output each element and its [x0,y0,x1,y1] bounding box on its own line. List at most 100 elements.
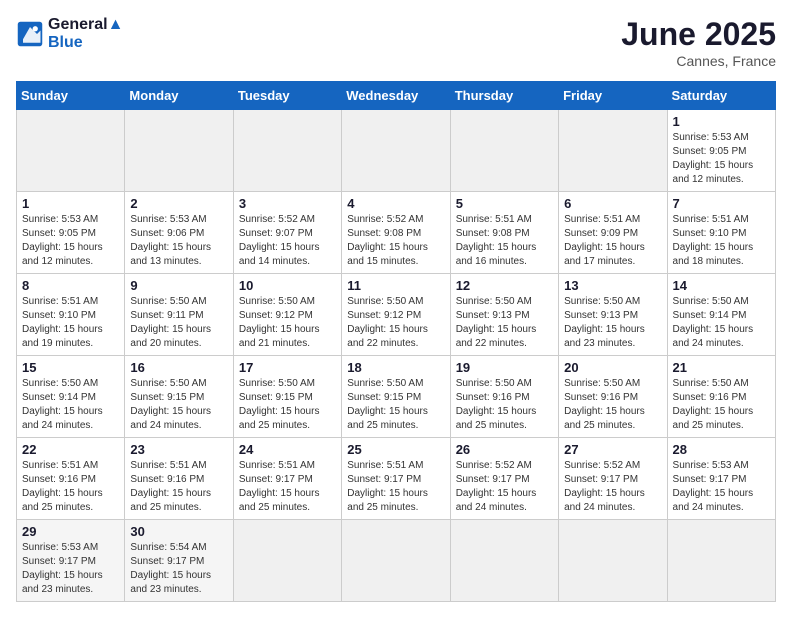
day-cell-1: 1 Sunrise: 5:53 AM Sunset: 9:05 PM Daylig… [17,192,125,274]
day-cell-30: 30Sunrise: 5:54 AM Sunset: 9:17 PM Dayli… [125,520,233,602]
day-number: 27 [564,442,661,457]
empty-cell [233,520,341,602]
day-cell-26: 26 Sunrise: 5:52 AM Sunset: 9:17 PM Dayli… [450,438,558,520]
day-cell-1: 1 Sunrise: 5:53 AM Sunset: 9:05 PM Daylig… [667,110,775,192]
day-info: Sunrise: 5:51 AM Sunset: 9:17 PM Dayligh… [347,459,444,515]
day-info: Sunrise: 5:53 AM Sunset: 9:06 PM Dayligh… [130,213,227,269]
day-cell-24: 24 Sunrise: 5:51 AM Sunset: 9:17 PM Dayli… [233,438,341,520]
empty-cell [559,110,667,192]
day-cell-12: 12 Sunrise: 5:50 AM Sunset: 9:13 PM Dayli… [450,274,558,356]
day-info: Sunrise: 5:50 AM Sunset: 9:15 PM Dayligh… [347,377,444,433]
day-number: 29 [22,524,119,539]
day-number: 1 [22,196,119,211]
day-info: Sunrise: 5:51 AM Sunset: 9:16 PM Dayligh… [22,459,119,515]
day-cell-5: 5Sunrise: 5:51 AM Sunset: 9:08 PM Daylig… [450,192,558,274]
day-info: Sunrise: 5:50 AM Sunset: 9:15 PM Dayligh… [239,377,336,433]
day-number: 24 [239,442,336,457]
location: Cannes, France [621,53,776,69]
column-header-saturday: Saturday [667,82,775,110]
column-header-thursday: Thursday [450,82,558,110]
column-header-monday: Monday [125,82,233,110]
day-info: Sunrise: 5:52 AM Sunset: 9:07 PM Dayligh… [239,213,336,269]
empty-cell [342,520,450,602]
day-number: 19 [456,360,553,375]
calendar-header-row: SundayMondayTuesdayWednesdayThursdayFrid… [17,82,776,110]
empty-cell [450,110,558,192]
week-row-3: 8Sunrise: 5:51 AM Sunset: 9:10 PM Daylig… [17,274,776,356]
day-number: 11 [347,278,444,293]
day-number: 26 [456,442,553,457]
day-info: Sunrise: 5:53 AM Sunset: 9:05 PM Dayligh… [22,213,119,269]
day-cell-29: 29 Sunrise: 5:53 AM Sunset: 9:17 PM Dayli… [17,520,125,602]
empty-cell [17,110,125,192]
day-number: 16 [130,360,227,375]
day-cell-11: 11 Sunrise: 5:50 AM Sunset: 9:12 PM Dayli… [342,274,450,356]
day-number: 25 [347,442,444,457]
day-info: Sunrise: 5:50 AM Sunset: 9:16 PM Dayligh… [673,377,770,433]
day-info: Sunrise: 5:50 AM Sunset: 9:12 PM Dayligh… [347,295,444,351]
day-number: 4 [347,196,444,211]
day-cell-19: 19Sunrise: 5:50 AM Sunset: 9:16 PM Dayli… [450,356,558,438]
week-row-2: 1 Sunrise: 5:53 AM Sunset: 9:05 PM Daylig… [17,192,776,274]
day-cell-23: 23 Sunrise: 5:51 AM Sunset: 9:16 PM Dayli… [125,438,233,520]
day-cell-9: 9Sunrise: 5:50 AM Sunset: 9:11 PM Daylig… [125,274,233,356]
day-info: Sunrise: 5:50 AM Sunset: 9:11 PM Dayligh… [130,295,227,351]
day-number: 20 [564,360,661,375]
empty-cell [450,520,558,602]
column-header-tuesday: Tuesday [233,82,341,110]
day-number: 13 [564,278,661,293]
logo: General▲ Blue [16,16,123,52]
day-info: Sunrise: 5:52 AM Sunset: 9:08 PM Dayligh… [347,213,444,269]
day-number: 1 [673,114,770,129]
title-block: June 2025 Cannes, France [621,16,776,69]
month-title: June 2025 [621,16,776,53]
logo-icon [16,20,44,48]
calendar-table: SundayMondayTuesdayWednesdayThursdayFrid… [16,81,776,602]
day-number: 7 [673,196,770,211]
week-row-4: 15Sunrise: 5:50 AM Sunset: 9:14 PM Dayli… [17,356,776,438]
day-info: Sunrise: 5:52 AM Sunset: 9:17 PM Dayligh… [456,459,553,515]
day-cell-27: 27 Sunrise: 5:52 AM Sunset: 9:17 PM Dayli… [559,438,667,520]
day-cell-3: 3 Sunrise: 5:52 AM Sunset: 9:07 PM Daylig… [233,192,341,274]
day-info: Sunrise: 5:50 AM Sunset: 9:16 PM Dayligh… [564,377,661,433]
day-number: 2 [130,196,227,211]
day-cell-15: 15Sunrise: 5:50 AM Sunset: 9:14 PM Dayli… [17,356,125,438]
day-info: Sunrise: 5:50 AM Sunset: 9:13 PM Dayligh… [456,295,553,351]
day-info: Sunrise: 5:51 AM Sunset: 9:17 PM Dayligh… [239,459,336,515]
day-info: Sunrise: 5:51 AM Sunset: 9:08 PM Dayligh… [456,213,553,269]
day-number: 14 [673,278,770,293]
day-info: Sunrise: 5:50 AM Sunset: 9:12 PM Dayligh… [239,295,336,351]
day-cell-13: 13 Sunrise: 5:50 AM Sunset: 9:13 PM Dayli… [559,274,667,356]
day-cell-10: 10Sunrise: 5:50 AM Sunset: 9:12 PM Dayli… [233,274,341,356]
day-number: 28 [673,442,770,457]
empty-cell [559,520,667,602]
day-number: 22 [22,442,119,457]
empty-cell [233,110,341,192]
day-number: 18 [347,360,444,375]
day-number: 3 [239,196,336,211]
day-cell-14: 14Sunrise: 5:50 AM Sunset: 9:14 PM Dayli… [667,274,775,356]
day-cell-18: 18 Sunrise: 5:50 AM Sunset: 9:15 PM Dayli… [342,356,450,438]
logo-text: General▲ Blue [48,16,123,52]
day-info: Sunrise: 5:51 AM Sunset: 9:16 PM Dayligh… [130,459,227,515]
day-number: 30 [130,524,227,539]
day-number: 23 [130,442,227,457]
day-cell-25: 25 Sunrise: 5:51 AM Sunset: 9:17 PM Dayli… [342,438,450,520]
day-number: 12 [456,278,553,293]
day-cell-6: 6Sunrise: 5:51 AM Sunset: 9:09 PM Daylig… [559,192,667,274]
day-info: Sunrise: 5:52 AM Sunset: 9:17 PM Dayligh… [564,459,661,515]
day-info: Sunrise: 5:53 AM Sunset: 9:17 PM Dayligh… [673,459,770,515]
day-cell-28: 28 Sunrise: 5:53 AM Sunset: 9:17 PM Dayli… [667,438,775,520]
day-info: Sunrise: 5:51 AM Sunset: 9:09 PM Dayligh… [564,213,661,269]
week-row-5: 22 Sunrise: 5:51 AM Sunset: 9:16 PM Dayli… [17,438,776,520]
empty-cell [125,110,233,192]
column-header-friday: Friday [559,82,667,110]
day-cell-2: 2 Sunrise: 5:53 AM Sunset: 9:06 PM Daylig… [125,192,233,274]
day-info: Sunrise: 5:50 AM Sunset: 9:14 PM Dayligh… [22,377,119,433]
day-number: 17 [239,360,336,375]
day-info: Sunrise: 5:50 AM Sunset: 9:15 PM Dayligh… [130,377,227,433]
day-info: Sunrise: 5:53 AM Sunset: 9:05 PM Dayligh… [673,131,770,187]
day-cell-4: 4 Sunrise: 5:52 AM Sunset: 9:08 PM Daylig… [342,192,450,274]
day-info: Sunrise: 5:50 AM Sunset: 9:13 PM Dayligh… [564,295,661,351]
day-info: Sunrise: 5:53 AM Sunset: 9:17 PM Dayligh… [22,541,119,597]
